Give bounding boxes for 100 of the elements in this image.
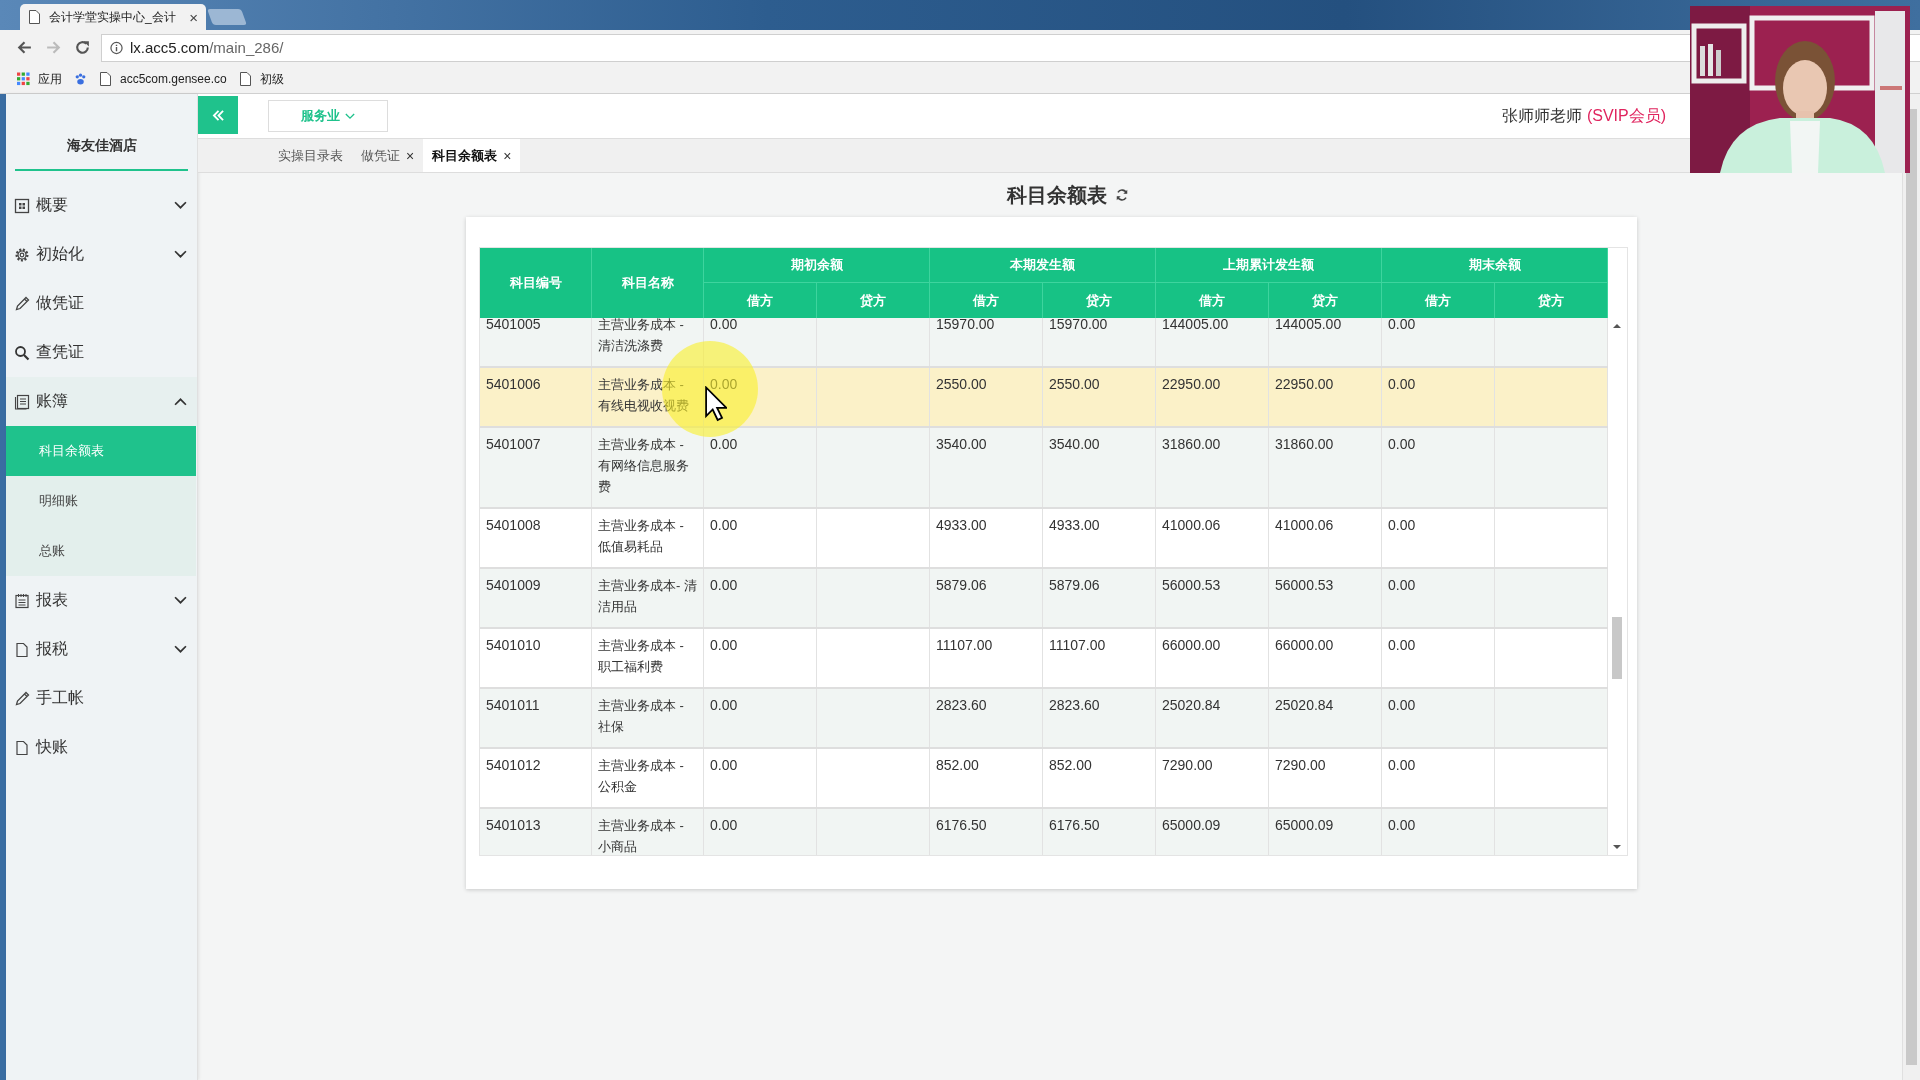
sidebar-item[interactable]: 做凭证 <box>6 279 197 328</box>
sidebar-item[interactable]: 概要 <box>6 181 197 230</box>
scroll-thumb[interactable] <box>1612 617 1622 679</box>
sidebar-item[interactable]: 初始化 <box>6 230 197 279</box>
table-cell: 5401013 <box>486 817 541 833</box>
table-cell: 11107.00 <box>1049 637 1106 653</box>
table-cell: 66000.00 <box>1162 637 1221 653</box>
table-cell: 3540.00 <box>936 436 987 452</box>
sidebar-item[interactable]: 查凭证 <box>6 328 197 377</box>
table-cell: 4933.00 <box>936 517 987 533</box>
table-cell: 5401006 <box>486 376 541 392</box>
table-cell: 5879.06 <box>1049 577 1100 593</box>
company-name: 海友佳酒店 <box>15 94 188 171</box>
table-row[interactable]: 5401006 主营业务成本 - 有线电视收视费 0.00 2550.00 2550.00 22950.00 22950.00 0.00 <box>480 368 1608 428</box>
ledger-icon <box>14 393 30 410</box>
table-row[interactable]: 5401005 主营业务成本 - 清洁洗涤费 0.00 15970.00 15970.00 144005.00 144005.00 0.00 <box>480 318 1608 368</box>
table-row[interactable]: 5401007 主营业务成本 - 有网络信息服务费 0.00 3540.00 3540.00 31860.00 31860.00 0.00 <box>480 428 1608 509</box>
sidebar-item[interactable]: 快账 <box>6 723 197 772</box>
table-row[interactable]: 5401010 主营业务成本 - 职工福利费 0.00 11107.00 11107.00 66000.00 66000.00 0.00 <box>480 629 1608 689</box>
scroll-up-icon[interactable] <box>1612 323 1621 329</box>
table-cell: 0.00 <box>710 318 738 332</box>
table-cell: 15970.00 <box>1049 318 1108 332</box>
page-icon <box>99 72 112 86</box>
apps-icon <box>17 72 30 86</box>
sidebar-item[interactable]: 报税 <box>6 625 197 674</box>
browser-tab[interactable]: 会计学堂实操中心_会计 × <box>20 4 206 30</box>
gear-icon <box>14 246 30 263</box>
page-tab[interactable]: 做凭证 × <box>352 139 424 172</box>
table-cell: 主营业务成本 - 低值易耗品 <box>598 518 684 554</box>
table-row[interactable]: 5401009 主营业务成本- 清洁用品 0.00 5879.06 5879.06 56000.53 56000.53 0.00 <box>480 569 1608 629</box>
search-icon <box>14 344 30 361</box>
table-cell: 5401008 <box>486 517 541 533</box>
table-cell: 0.00 <box>1388 376 1416 392</box>
scroll-thumb[interactable] <box>1906 109 1917 1065</box>
table-cell: 2823.60 <box>1049 697 1100 713</box>
table-cell: 0.00 <box>710 577 738 593</box>
table-cell: 66000.00 <box>1275 637 1334 653</box>
table-cell: 0.00 <box>1388 436 1416 452</box>
refresh-icon[interactable] <box>1115 188 1129 202</box>
bookmark[interactable]: acc5com.gensee.co <box>99 72 227 86</box>
table-cell: 2550.00 <box>936 376 987 392</box>
table-cell: 0.00 <box>710 817 738 833</box>
close-icon[interactable]: × <box>406 147 415 164</box>
page-tab[interactable]: 实操目录表 <box>269 139 352 172</box>
table-row[interactable]: 5401011 主营业务成本 - 社保 0.00 2823.60 2823.60 25020.84 25020.84 0.00 <box>480 689 1608 749</box>
page-title: 科目余额表 <box>1007 182 1107 208</box>
table-cell: 2550.00 <box>1049 376 1100 392</box>
page-scrollbar[interactable] <box>1902 94 1920 1080</box>
paw-icon[interactable] <box>74 72 87 86</box>
table-cell: 15970.00 <box>936 318 995 332</box>
table-cell: 11107.00 <box>936 637 993 653</box>
table-cell: 5401012 <box>486 757 541 773</box>
table-cell: 56000.53 <box>1275 577 1334 593</box>
table-cell: 0.00 <box>1388 517 1416 533</box>
table-row[interactable]: 5401013 主营业务成本 - 小商品 0.00 6176.50 6176.50 65000.09 65000.09 0.00 <box>480 809 1608 855</box>
sidebar-item[interactable]: 手工帐 <box>6 674 197 723</box>
pencil-icon <box>14 295 30 312</box>
table-row[interactable]: 5401008 主营业务成本 - 低值易耗品 0.00 4933.00 4933.00 41000.06 41000.06 0.00 <box>480 509 1608 569</box>
submenu-item[interactable]: 明细账 <box>6 476 196 526</box>
bookmark[interactable]: 初级 <box>238 70 284 88</box>
sidebar-item[interactable]: 报表 <box>6 576 197 625</box>
close-icon[interactable]: × <box>189 8 198 26</box>
table-cell: 主营业务成本 - 有网络信息服务费 <box>598 437 689 494</box>
file-icon <box>14 739 30 756</box>
table-cell: 56000.53 <box>1162 577 1221 593</box>
table-cell: 主营业务成本 - 清洁洗涤费 <box>598 318 684 353</box>
table-cell: 0.00 <box>1388 817 1416 833</box>
table-cell: 5401005 <box>486 318 541 332</box>
table-cell: 22950.00 <box>1162 376 1221 392</box>
table-cell: 5879.06 <box>936 577 987 593</box>
table-cell: 22950.00 <box>1275 376 1334 392</box>
table-cell: 6176.50 <box>1049 817 1100 833</box>
close-icon[interactable]: × <box>503 147 512 164</box>
table-cell: 0.00 <box>1388 637 1416 653</box>
table-cell: 5401010 <box>486 637 541 653</box>
table-cell: 7290.00 <box>1275 757 1326 773</box>
double-chevron-icon <box>211 109 225 121</box>
page-icon <box>28 10 41 24</box>
page-tab[interactable]: 科目余额表 × <box>423 139 521 172</box>
table-cell: 0.00 <box>1388 697 1416 713</box>
table-cell: 0.00 <box>710 436 738 452</box>
table-cell: 144005.00 <box>1275 318 1342 332</box>
table-cell: 0.00 <box>710 517 738 533</box>
submenu-item[interactable]: 总账 <box>6 526 196 576</box>
table-cell: 41000.06 <box>1275 517 1334 533</box>
bookmark[interactable]: 应用 <box>17 70 62 88</box>
table-cell: 25020.84 <box>1162 697 1221 713</box>
column-group-header: 期初余额 <box>704 248 930 283</box>
file-icon <box>14 641 30 658</box>
column-group-header: 上期累计发生额 <box>1156 248 1382 283</box>
chevron-down-icon <box>345 112 355 120</box>
info-icon <box>110 40 123 55</box>
table-cell: 0.00 <box>1388 577 1416 593</box>
table-cell: 7290.00 <box>1162 757 1213 773</box>
table-cell: 主营业务成本 - 社保 <box>598 698 684 734</box>
table-cell: 25020.84 <box>1275 697 1334 713</box>
table-cell: 65000.09 <box>1275 817 1334 833</box>
table-cell: 144005.00 <box>1162 318 1229 332</box>
table-row[interactable]: 5401012 主营业务成本 - 公积金 0.00 852.00 852.00 7290.00 7290.00 0.00 <box>480 749 1608 809</box>
scroll-down-icon[interactable] <box>1612 844 1621 850</box>
